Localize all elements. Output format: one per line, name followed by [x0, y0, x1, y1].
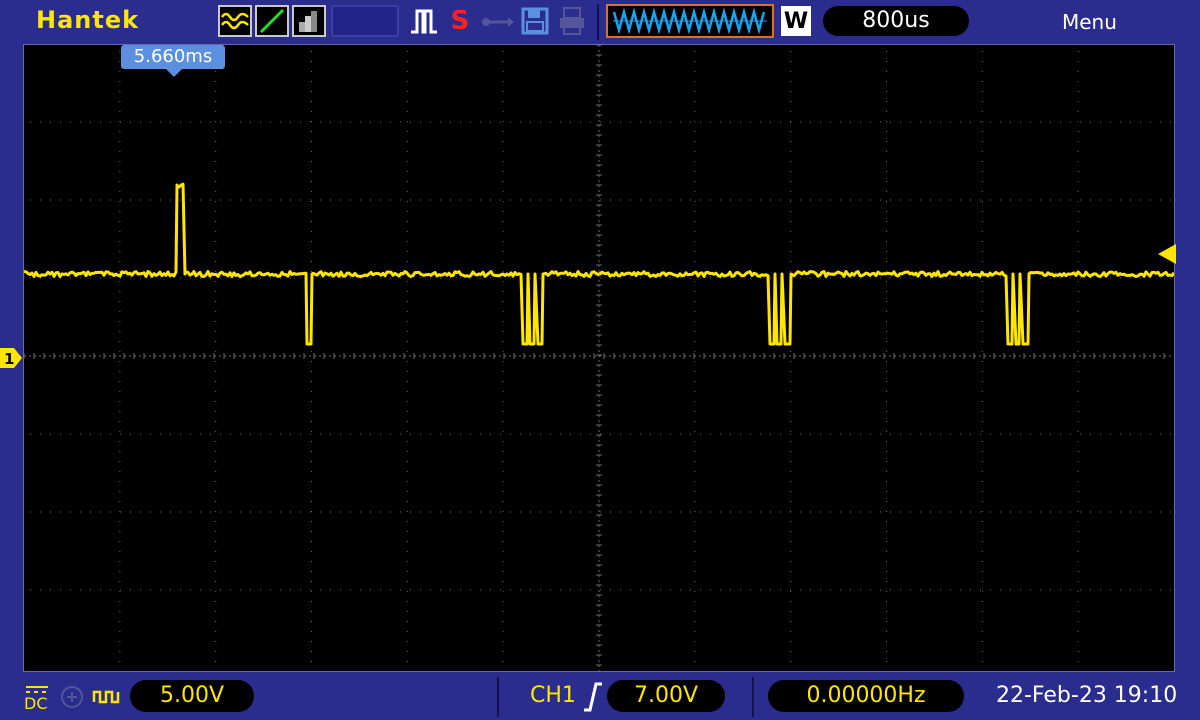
ch1-level-marker[interactable]: 1	[0, 346, 24, 374]
save-icon[interactable]	[520, 5, 550, 37]
coupling-label: DC	[24, 694, 48, 713]
trigger-level-readout[interactable]: 7.00V	[607, 680, 725, 712]
cursor-time-readout[interactable]: 5.660ms	[121, 45, 225, 69]
top-toolbar: Hantek S W 800us Menu	[0, 0, 1200, 44]
waveform-canvas	[24, 45, 1174, 671]
usb-icon	[480, 10, 516, 34]
status-divider	[497, 677, 499, 717]
frequency-readout: 0.00000Hz	[768, 680, 964, 712]
waveform-display[interactable]	[23, 44, 1175, 672]
mode-badge: W	[781, 6, 811, 36]
s-status-icon: S	[450, 6, 470, 36]
menu-button[interactable]: Menu	[1062, 10, 1117, 34]
pulse-trigger-icon[interactable]	[408, 6, 440, 36]
persistence-icon[interactable]	[292, 5, 326, 37]
print-icon[interactable]	[556, 5, 588, 37]
rising-edge-icon	[580, 680, 606, 714]
brand-logo: Hantek	[36, 6, 140, 34]
ramp-icon[interactable]	[255, 5, 289, 37]
toolbar-divider	[597, 4, 599, 40]
blank-status-box	[331, 5, 399, 37]
bw-limit-icon	[59, 682, 85, 712]
status-divider	[752, 677, 754, 717]
cursor-pointer-icon	[166, 69, 182, 77]
trigger-source[interactable]: CH1	[530, 683, 576, 708]
ch1-marker-label: 1	[4, 350, 14, 368]
timebase-readout[interactable]: 800us	[823, 6, 969, 36]
wave-mode-icon[interactable]	[218, 5, 252, 37]
datetime: 22-Feb-23 19:10	[996, 683, 1178, 708]
record-preview[interactable]	[606, 4, 774, 38]
probe-icon	[91, 682, 125, 712]
trigger-level-marker[interactable]	[1156, 242, 1178, 270]
ch1-scale-readout[interactable]: 5.00V	[130, 680, 254, 712]
